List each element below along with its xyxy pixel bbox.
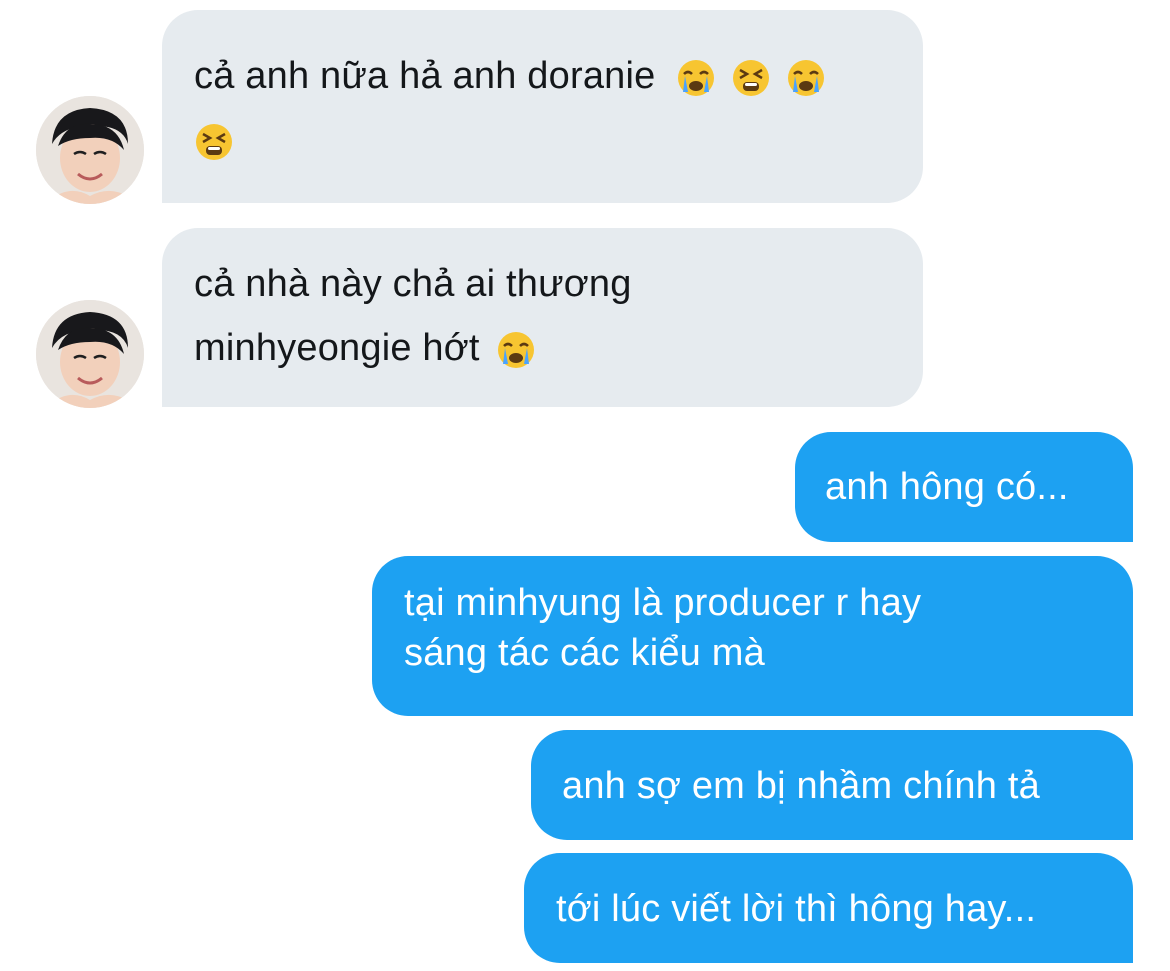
message-text: cả nhà này chả ai thương	[194, 263, 632, 305]
avatar[interactable]	[36, 300, 144, 408]
loudly-crying-face-icon	[786, 58, 826, 98]
message-bubble-outgoing[interactable]: anh sợ em bị nhầm chính tả	[531, 730, 1133, 840]
message-bubble-incoming[interactable]: cả nhà này chả ai thương minhyeongie hớt	[162, 228, 923, 407]
message-bubble-outgoing[interactable]: anh hông có...	[795, 432, 1133, 542]
message-text: minhyeongie hớt	[194, 327, 480, 369]
loudly-crying-face-icon	[676, 58, 716, 98]
message-bubble-incoming[interactable]: cả anh nữa hả anh doranie	[162, 10, 923, 203]
message-text: tới lúc viết lời thì hông hay...	[556, 888, 1037, 930]
message-line: cả anh nữa hả anh doranie	[194, 44, 893, 108]
tired-face-icon	[194, 122, 234, 162]
message-bubble-outgoing[interactable]: tới lúc viết lời thì hông hay...	[524, 853, 1133, 963]
avatar[interactable]	[36, 96, 144, 204]
avatar-image	[36, 300, 144, 408]
message-text: sáng tác các kiểu mà	[404, 632, 765, 674]
message-line	[194, 108, 893, 172]
message-text: tại minhyung là producer r hay	[404, 582, 922, 624]
message-line: minhyeongie hớt	[194, 316, 893, 380]
avatar-image	[36, 96, 144, 204]
message-bubble-outgoing[interactable]: tại minhyung là producer r hay sáng tác …	[372, 556, 1133, 716]
message-text: anh hông có...	[825, 466, 1069, 508]
tired-face-icon	[731, 58, 771, 98]
loudly-crying-face-icon	[496, 330, 536, 370]
message-text: cả anh nữa hả anh doranie	[194, 55, 656, 97]
message-text: anh sợ em bị nhầm chính tả	[562, 765, 1040, 807]
